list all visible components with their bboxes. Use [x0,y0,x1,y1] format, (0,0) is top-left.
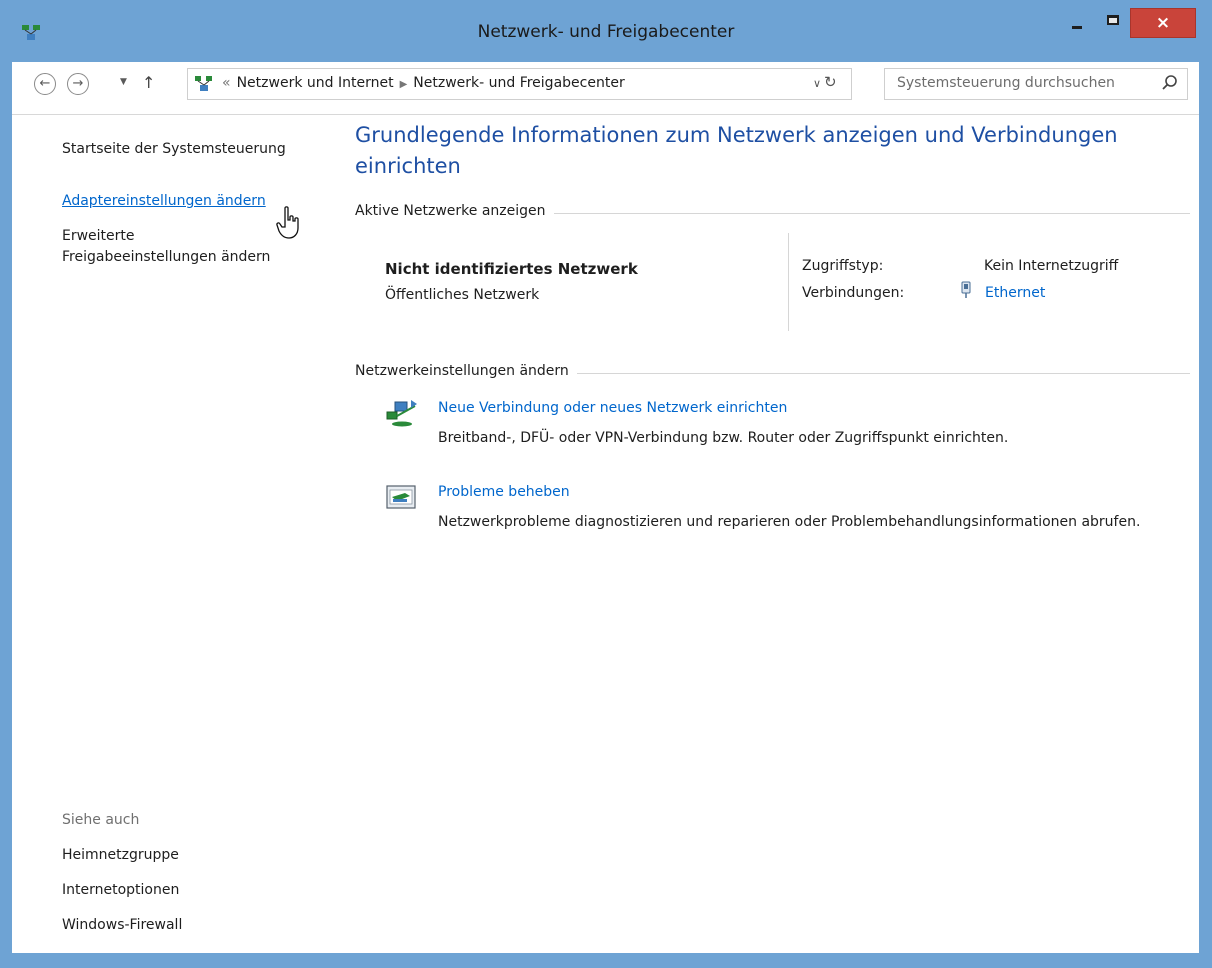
close-icon: × [1155,13,1171,33]
new-connection-link[interactable]: Neue Verbindung oder neues Netzwerk einr… [438,400,787,416]
breadcrumb: « Netzwerk und Internet ▶ Netzwerk- und Fre… [222,75,625,91]
minimize-button[interactable] [1058,8,1094,38]
access-type-label: Zugriffstyp: [802,258,884,274]
navigation-bar: ← → ▼ ↑ « Netzwerk und Internet ▶ Netzwerk-… [12,62,1199,115]
forward-button[interactable]: → [67,73,89,95]
ethernet-icon [961,281,971,298]
change-settings-heading: Netzwerkeinstellungen ändern [355,363,577,379]
troubleshoot-icon[interactable] [385,482,419,512]
recent-locations-chevron-icon[interactable]: ▼ [120,77,127,87]
windows-firewall-link[interactable]: Windows-Firewall [62,917,182,933]
refresh-icon[interactable]: ↻ [824,73,837,91]
advanced-sharing-link-line1[interactable]: Erweiterte [62,228,135,244]
network-location-icon [195,76,212,91]
content-area: Startseite der Systemsteuerung Adapterei… [12,115,1199,953]
advanced-sharing-link-line2[interactable]: Freigabeeinstellungen ändern [62,249,270,265]
connections-label: Verbindungen: [802,285,905,301]
new-connection-icon[interactable] [385,398,419,428]
breadcrumb-network-center[interactable]: Netzwerk- und Freigabecenter [413,75,624,91]
troubleshoot-link[interactable]: Probleme beheben [438,484,570,500]
main-pane: Grundlegende Informationen zum Netzwerk … [355,115,1195,953]
see-also-heading: Siehe auch [62,812,140,828]
network-name: Nicht identifiziertes Netzwerk [385,260,638,278]
search-placeholder: Systemsteuerung durchsuchen [897,75,1115,91]
search-input[interactable]: Systemsteuerung durchsuchen [884,68,1188,100]
control-panel-home-link[interactable]: Startseite der Systemsteuerung [62,141,286,157]
window: Netzwerk- und Freigabecenter × ← → ▼ ↑ «… [0,0,1212,968]
forward-arrow-icon: → [72,76,84,91]
change-adapter-settings-link[interactable]: Adaptereinstellungen ändern [62,193,266,209]
network-info-divider [788,233,789,331]
back-button[interactable]: ← [34,73,56,95]
breadcrumb-overflow[interactable]: « [222,75,231,91]
troubleshoot-description: Netzwerkprobleme diagnostizieren und rep… [438,514,1141,530]
address-bar[interactable]: « Netzwerk und Internet ▶ Netzwerk- und Fre… [187,68,852,100]
homegroup-link[interactable]: Heimnetzgruppe [62,847,179,863]
network-category-link[interactable]: Öffentliches Netzwerk [385,287,539,303]
hand-cursor-icon [276,206,299,239]
search-icon[interactable] [1161,74,1179,92]
ethernet-link[interactable]: Ethernet [985,285,1045,301]
window-title: Netzwerk- und Freigabecenter [477,22,735,42]
task-pane: Startseite der Systemsteuerung Adapterei… [12,115,342,953]
new-connection-description: Breitband-, DFÜ- oder VPN-Verbindung bzw… [438,430,1009,446]
breadcrumb-separator-icon[interactable]: ▶ [400,79,408,90]
active-networks-heading: Aktive Netzwerke anzeigen [355,203,554,219]
access-type-value: Kein Internetzugriff [984,258,1119,274]
up-arrow-icon[interactable]: ↑ [142,73,155,92]
maximize-button[interactable] [1095,8,1131,38]
back-arrow-icon: ← [39,76,51,91]
title-bar[interactable]: Netzwerk- und Freigabecenter × [0,0,1212,62]
address-dropdown-chevron-icon[interactable]: ∨ [813,77,821,90]
internet-options-link[interactable]: Internetoptionen [62,882,179,898]
close-button[interactable]: × [1130,8,1196,38]
page-title: Grundlegende Informationen zum Netzwerk … [355,123,1118,178]
breadcrumb-network-internet[interactable]: Netzwerk und Internet [237,75,394,91]
